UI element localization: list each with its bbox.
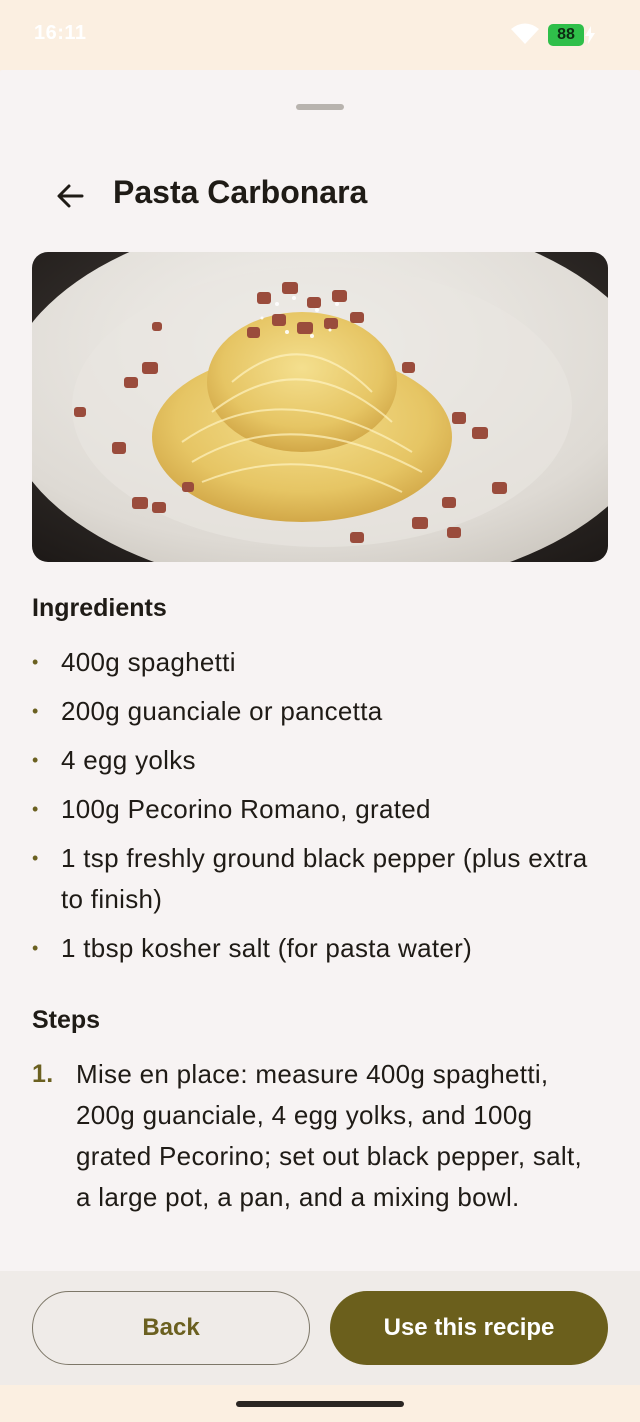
list-bullet: • bbox=[32, 848, 39, 868]
back-button[interactable]: Back bbox=[32, 1291, 310, 1365]
ingredients-heading: Ingredients bbox=[32, 594, 167, 622]
drag-handle[interactable] bbox=[296, 104, 344, 110]
steps-heading: Steps bbox=[32, 1006, 101, 1034]
list-item: • 4 egg yolks bbox=[32, 740, 592, 781]
list-bullet: • bbox=[32, 750, 39, 770]
ingredient-text: 100g Pecorino Romano, grated bbox=[61, 794, 431, 824]
list-bullet: • bbox=[32, 701, 39, 721]
list-item: • 1 tbsp kosher salt (for pasta water) bbox=[32, 928, 592, 969]
steps-list: 1. Mise en place: measure 400g spaghetti… bbox=[32, 1054, 602, 1218]
step-text: Mise en place: measure 400g spaghetti, 2… bbox=[76, 1059, 583, 1212]
battery-icon: 88 bbox=[548, 24, 584, 46]
ingredient-text: 200g guanciale or pancetta bbox=[61, 696, 383, 726]
step-item: 1. Mise en place: measure 400g spaghetti… bbox=[32, 1054, 602, 1218]
ingredient-text: 1 tsp freshly ground black pepper (plus … bbox=[61, 843, 588, 914]
recipe-hero-image bbox=[32, 252, 608, 562]
list-bullet: • bbox=[32, 799, 39, 819]
ingredient-text: 1 tbsp kosher salt (for pasta water) bbox=[61, 933, 473, 963]
use-recipe-button[interactable]: Use this recipe bbox=[330, 1291, 608, 1365]
list-bullet: • bbox=[32, 938, 39, 958]
back-arrow-button[interactable] bbox=[50, 176, 90, 216]
list-item: • 200g guanciale or pancetta bbox=[32, 691, 592, 732]
battery-level: 88 bbox=[557, 26, 575, 43]
list-item: • 100g Pecorino Romano, grated bbox=[32, 789, 592, 830]
ingredient-text: 400g spaghetti bbox=[61, 647, 236, 677]
status-time: 16:11 bbox=[34, 22, 87, 44]
charging-bolt-icon bbox=[585, 26, 595, 44]
list-item: • 400g spaghetti bbox=[32, 642, 592, 683]
home-indicator[interactable] bbox=[236, 1401, 404, 1407]
ingredient-text: 4 egg yolks bbox=[61, 745, 196, 775]
navigation-bar bbox=[0, 1385, 640, 1422]
step-number: 1. bbox=[32, 1060, 54, 1088]
recipe-sheet: Pasta Carbonara Ingredients • 400g spagh… bbox=[0, 70, 640, 1385]
page-title: Pasta Carbonara bbox=[113, 174, 368, 210]
action-bar: Back Use this recipe bbox=[0, 1271, 640, 1385]
pasta-plate-illustration bbox=[32, 252, 608, 562]
wifi-icon bbox=[511, 23, 539, 44]
status-bar: 16:11 88 bbox=[0, 0, 640, 70]
list-bullet: • bbox=[32, 652, 39, 672]
arrow-left-icon bbox=[57, 184, 84, 208]
ingredients-list: • 400g spaghetti • 200g guanciale or pance… bbox=[32, 642, 592, 977]
list-item: • 1 tsp freshly ground black pepper (plus… bbox=[32, 838, 592, 920]
